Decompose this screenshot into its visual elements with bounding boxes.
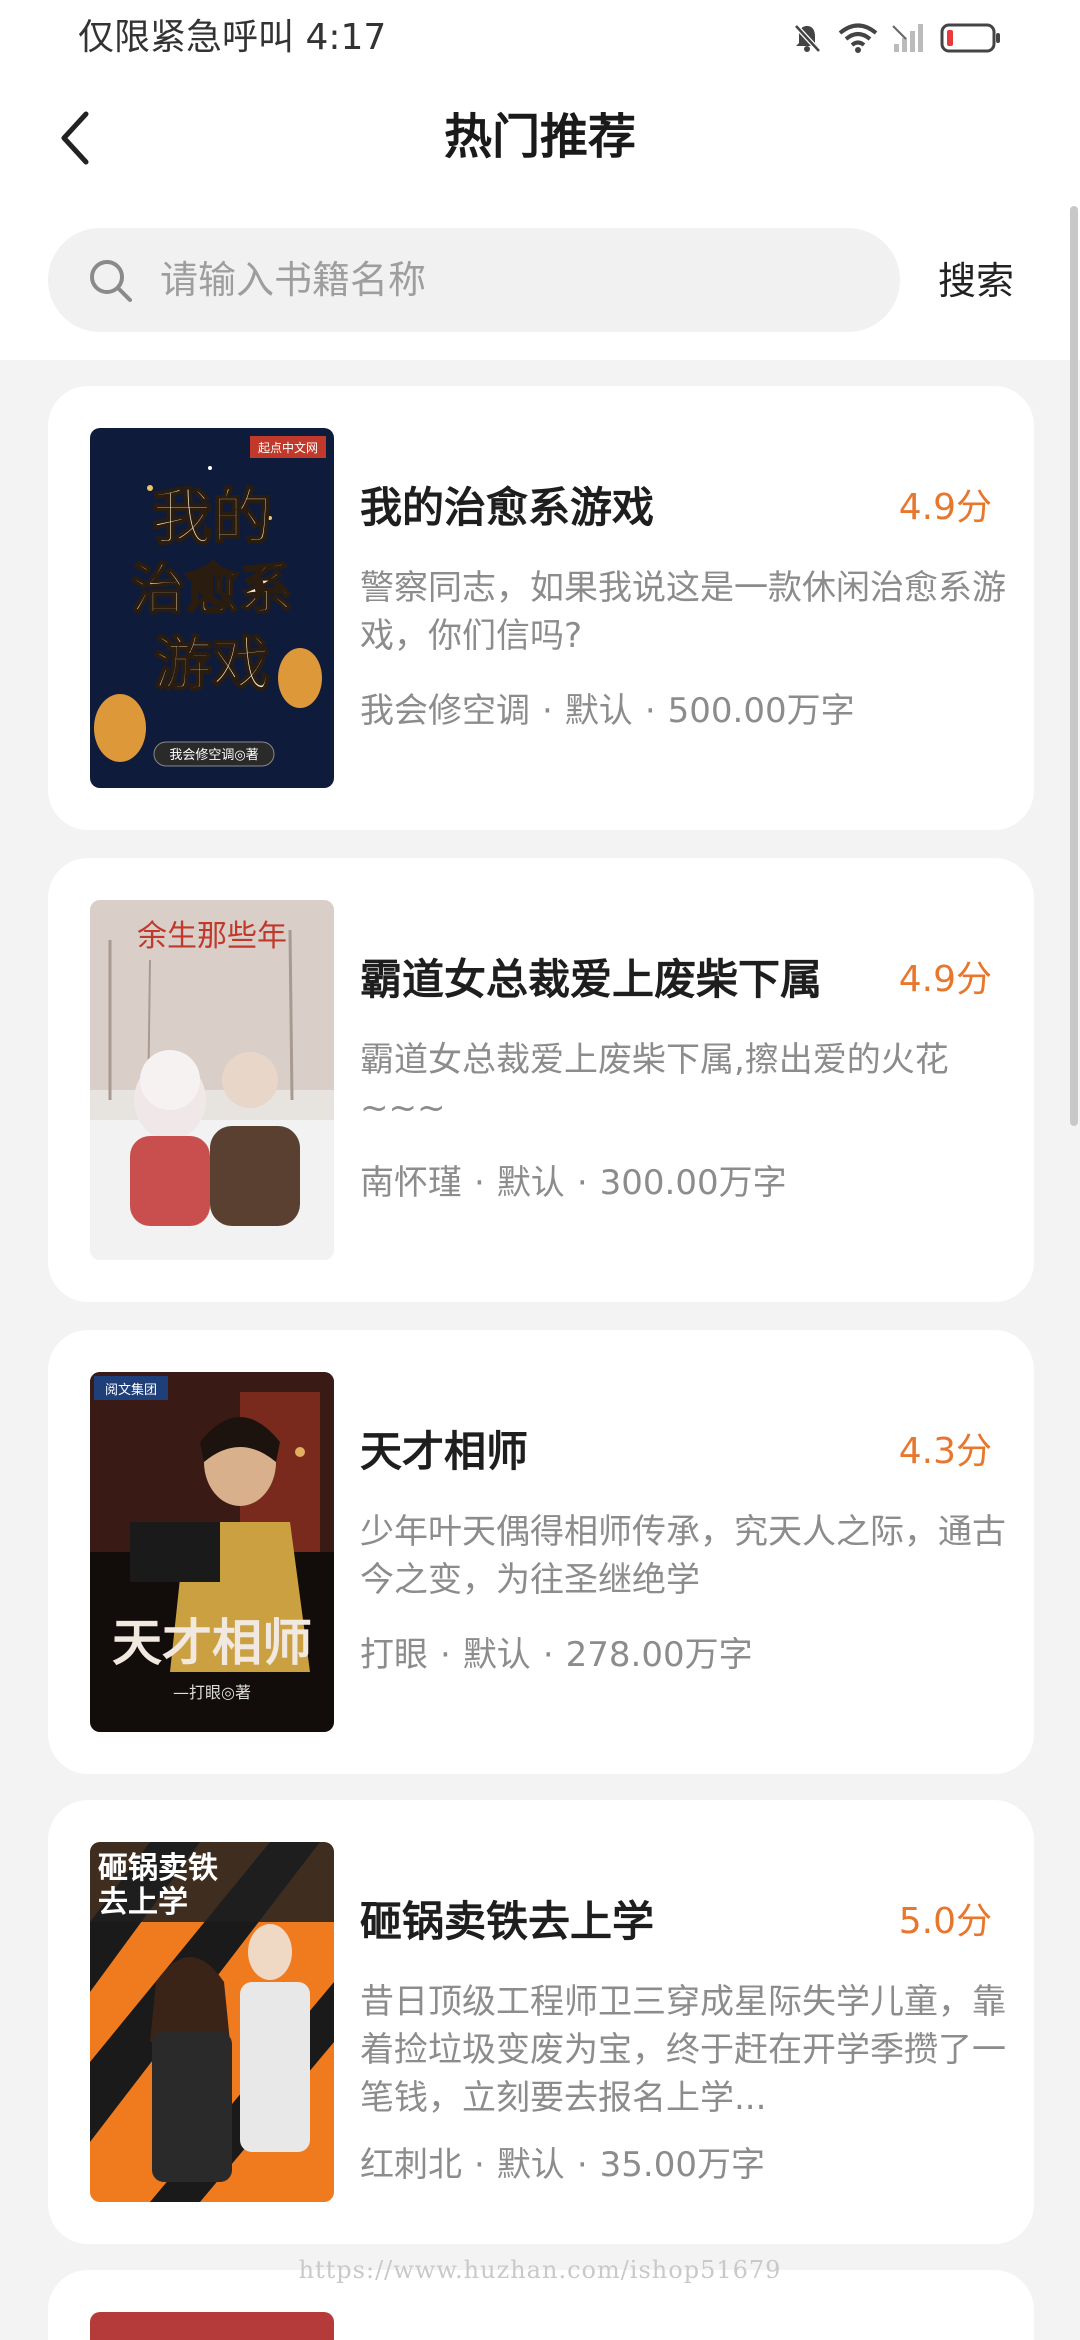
book-title[interactable]: 砸锅卖铁去上学 (360, 1892, 890, 1952)
cover-title-line: 游戏 (154, 630, 270, 698)
book-word-count: 500.00万字 (667, 691, 855, 731)
search-button[interactable]: 搜索 (916, 248, 1036, 314)
book-author: 红刺北 (360, 2145, 462, 2185)
search-box[interactable] (48, 228, 900, 332)
cover-title-line: 砸锅卖铁 (98, 1851, 218, 1886)
book-title[interactable]: 霸道女总裁爱上废柴下属 (360, 950, 890, 1010)
book-category: 默认 (496, 1163, 565, 1203)
book-author: 南怀瑾 (360, 1163, 462, 1203)
battery-low-icon (940, 22, 1002, 54)
cover-title-line: 余生那些年 (137, 919, 287, 954)
book-card[interactable]: 余生那些年 霸道女总裁爱上废柴下属 4.9分 霸道女总裁爱上废柴下属,擦出爱的火… (48, 858, 1034, 1302)
book-word-count: 278.00万字 (565, 1635, 753, 1675)
book-rating: 5.0分 (898, 1901, 992, 1942)
meta-separator: · (474, 1163, 485, 1203)
search-input[interactable] (160, 228, 860, 332)
book-category: 默认 (564, 691, 633, 731)
book-meta: 打眼 · 默认 · 278.00万字 (360, 1630, 1000, 1680)
nav-bar: 热门推荐 (0, 76, 1080, 198)
meta-separator: · (542, 691, 553, 731)
book-meta: 南怀瑾 · 默认 · 300.00万字 (360, 1158, 1000, 1208)
cover-title-line: 天才相师 (112, 1613, 312, 1672)
book-title[interactable]: 天才相师 (360, 1422, 890, 1482)
scrollbar[interactable] (1070, 206, 1078, 1126)
book-author: 打眼 (360, 1635, 428, 1675)
book-description: 霸道女总裁爱上废柴下属,擦出爱的火花~~~ (360, 1040, 949, 1128)
book-rating: 4.9分 (898, 959, 992, 1000)
cover-badge-text: 阅文集团 (105, 1382, 157, 1398)
book-cover[interactable] (90, 2312, 334, 2340)
book-cover[interactable]: 余生那些年 (90, 900, 334, 1260)
meta-separator: · (440, 1635, 451, 1675)
cover-title-line: 治愈系 (131, 558, 293, 621)
book-category: 默认 (462, 1635, 531, 1675)
book-cover[interactable]: 阅文集团 天才相师 —打眼◎著 (90, 1372, 334, 1732)
meta-separator: · (644, 691, 656, 731)
search-icon (88, 258, 134, 304)
signal-icon (892, 22, 926, 54)
book-cover[interactable]: 起点中文网 我的 治愈系 游戏 我会修空调◎著 (90, 428, 334, 788)
wifi-icon (838, 22, 878, 54)
cover-title-line: 去上学 (98, 1885, 188, 1920)
cover-author-text: —打眼◎著 (173, 1683, 251, 1702)
cover-author-text: 我会修空调◎著 (169, 748, 258, 763)
bell-muted-icon (790, 21, 824, 55)
book-card[interactable]: 砸锅卖铁 去上学 砸锅卖铁去上学 5.0分 昔日顶级工程师卫三穿成星际失学儿童，… (48, 1800, 1034, 2244)
book-meta: 我会修空调 · 默认 · 500.00万字 (360, 686, 1000, 736)
cover-badge-text: 起点中文网 (258, 440, 318, 455)
cover-title-line: 我的 (152, 483, 272, 553)
book-author: 我会修空调 (360, 691, 530, 731)
search-bar: 搜索 (0, 228, 1080, 334)
status-bar: 仅限紧急呼叫 4:17 (0, 0, 1080, 76)
book-card[interactable]: 阅文集团 天才相师 —打眼◎著 天才相师 4.3分 少年叶天偶得相师传承，究天人… (48, 1330, 1034, 1774)
book-word-count: 300.00万字 (599, 1163, 787, 1203)
book-rating: 4.3分 (898, 1431, 992, 1472)
book-cover[interactable]: 砸锅卖铁 去上学 (90, 1842, 334, 2202)
watermark: https://www.huzhan.com/ishop51679 (298, 2256, 782, 2284)
book-word-count: 35.00万字 (599, 2145, 765, 2185)
book-description: 警察同志，如果我说这是一款休闲治愈系游戏，你们信吗? (360, 568, 1006, 656)
meta-separator: · (474, 2145, 485, 2185)
page-title: 热门推荐 (443, 109, 636, 165)
book-description: 昔日顶级工程师卫三穿成星际失学儿童，靠着捡垃圾变废为宝，终于赶在开学季攒了一笔钱… (360, 1982, 1006, 2118)
status-text: 仅限紧急呼叫 4:17 (78, 17, 387, 58)
book-description: 少年叶天偶得相师传承，究天人之际，通古今之变，为往圣继绝学 (360, 1512, 1006, 1600)
book-title[interactable]: 我的治愈系游戏 (360, 478, 890, 538)
book-card[interactable]: 起点中文网 我的 治愈系 游戏 我会修空调◎著 我的治愈系游戏 4.9分 警察同… (48, 386, 1034, 830)
meta-separator: · (576, 1163, 588, 1203)
status-icons (790, 18, 1002, 58)
meta-separator: · (542, 1635, 554, 1675)
book-rating: 4.9分 (898, 487, 992, 528)
book-category: 默认 (496, 2145, 565, 2185)
meta-separator: · (576, 2145, 588, 2185)
book-meta: 红刺北 · 默认 · 35.00万字 (360, 2140, 1000, 2190)
